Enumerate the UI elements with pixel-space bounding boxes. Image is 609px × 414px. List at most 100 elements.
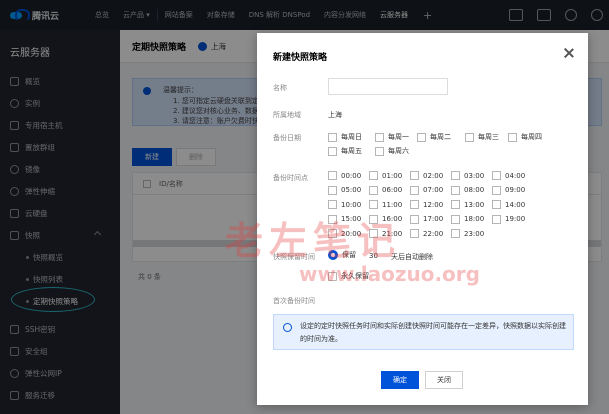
time-checkbox[interactable]: 14:00 <box>492 200 525 209</box>
time-label: 09:00 <box>505 186 526 194</box>
time-label: 20:00 <box>341 229 362 238</box>
time-checkbox[interactable]: 06:00 <box>369 185 402 195</box>
checkbox-icon <box>328 171 337 180</box>
time-checkbox[interactable]: 12:00 <box>410 200 443 209</box>
checkbox-icon <box>451 229 460 238</box>
day-checkbox[interactable]: 每周五 <box>328 146 362 156</box>
checkbox-icon <box>328 229 337 238</box>
day-checkbox[interactable]: 每周一 <box>375 132 409 142</box>
checkbox-icon <box>375 146 384 156</box>
retain-days-radio[interactable]: 保留 <box>328 250 356 260</box>
checkbox-icon <box>451 185 460 195</box>
day-label: 每周日 <box>341 133 362 141</box>
retention-label: 快照保留时间 <box>273 253 315 261</box>
checkbox-icon <box>328 271 337 281</box>
time-label: 10:00 <box>341 200 362 209</box>
day-label: 每周二 <box>430 133 451 141</box>
day-checkbox[interactable]: 每周日 <box>328 132 362 142</box>
checkbox-icon <box>492 171 501 180</box>
policy-name-input[interactable] <box>328 78 448 95</box>
time-label: 01:00 <box>382 171 403 180</box>
checkbox-icon <box>328 214 337 224</box>
time-label: 11:00 <box>382 200 403 209</box>
time-checkbox[interactable]: 10:00 <box>328 200 361 209</box>
checkbox-icon <box>328 200 337 209</box>
checkbox-icon <box>410 200 419 209</box>
time-label: 02:00 <box>423 171 444 180</box>
time-checkbox[interactable]: 03:00 <box>451 171 484 180</box>
region-value: 上海 <box>328 111 342 119</box>
checkbox-icon <box>375 132 384 142</box>
time-checkbox[interactable]: 00:00 <box>328 171 361 180</box>
close-button[interactable]: 关闭 <box>425 371 463 389</box>
retain-forever-checkbox[interactable]: 永久保留 <box>328 271 369 281</box>
retain-option-label: 保留 <box>342 251 356 259</box>
day-label: 每周五 <box>341 147 362 155</box>
retain-days-suffix: 天后自动删除 <box>391 253 433 261</box>
first-backup-label: 首次备份时间 <box>273 297 315 305</box>
checkbox-icon <box>451 200 460 209</box>
time-checkbox[interactable]: 23:00 <box>451 229 484 238</box>
time-checkbox[interactable]: 17:00 <box>410 214 443 224</box>
time-checkbox[interactable]: 22:00 <box>410 229 443 238</box>
time-checkbox[interactable]: 05:00 <box>328 185 361 195</box>
day-checkbox[interactable]: 每周三 <box>465 132 499 142</box>
checkbox-icon <box>410 185 419 195</box>
time-checkbox[interactable]: 07:00 <box>410 185 443 195</box>
checkbox-icon <box>451 214 460 224</box>
time-label: 19:00 <box>505 215 526 223</box>
forever-option-label: 永久保留 <box>341 272 369 280</box>
day-label: 每周六 <box>388 147 409 155</box>
time-checkbox[interactable]: 02:00 <box>410 171 443 180</box>
day-checkbox[interactable]: 每周二 <box>417 132 451 142</box>
time-label: 21:00 <box>382 229 403 238</box>
time-checkbox[interactable]: 19:00 <box>492 214 526 224</box>
checkbox-icon <box>508 132 517 142</box>
day-checkbox[interactable]: 每周四 <box>508 132 542 142</box>
time-checkbox[interactable]: 20:00 <box>328 229 361 238</box>
checkbox-icon <box>369 214 378 224</box>
time-checkbox[interactable]: 21:00 <box>369 229 402 238</box>
time-label: 03:00 <box>464 171 485 180</box>
confirm-button[interactable]: 确定 <box>381 371 419 389</box>
checkbox-icon <box>328 132 337 142</box>
create-snapshot-policy-dialog: 新建快照策略 名称 所属地域 上海 备份日期 每周日 每周一 每周二 每周三 每周四 每周… <box>257 33 588 405</box>
radio-selected-icon <box>328 250 338 260</box>
time-label: 08:00 <box>464 186 485 194</box>
time-label: 04:00 <box>505 171 526 180</box>
region-label: 所属地域 <box>273 111 301 119</box>
time-checkbox[interactable]: 16:00 <box>369 214 402 224</box>
time-checkbox[interactable]: 09:00 <box>492 185 526 195</box>
time-checkbox[interactable]: 18:00 <box>451 214 484 224</box>
time-label: 22:00 <box>423 229 444 238</box>
backup-time-label: 备份时间点 <box>273 174 308 182</box>
checkbox-icon <box>410 171 419 180</box>
time-checkbox[interactable]: 01:00 <box>369 171 402 180</box>
checkbox-icon <box>328 146 337 156</box>
time-checkbox[interactable]: 11:00 <box>369 200 402 209</box>
time-checkbox[interactable]: 04:00 <box>492 171 525 180</box>
time-label: 12:00 <box>423 200 444 209</box>
checkbox-icon <box>492 185 501 195</box>
day-label: 每周三 <box>478 133 499 141</box>
time-checkbox[interactable]: 08:00 <box>451 185 485 195</box>
checkbox-icon <box>465 132 474 142</box>
checkbox-icon <box>328 185 337 195</box>
checkbox-icon <box>369 185 378 195</box>
close-icon[interactable] <box>564 48 574 58</box>
time-label: 13:00 <box>464 200 485 209</box>
info-notice: 设定的定时快照任务时间和实际创建快照时间可能存在一定差异，快照数据以实际创建的时… <box>273 314 574 350</box>
day-checkbox[interactable]: 每周六 <box>375 146 409 156</box>
info-icon <box>283 323 292 332</box>
time-checkbox[interactable]: 13:00 <box>451 200 484 209</box>
checkbox-icon <box>451 171 460 180</box>
checkbox-icon <box>369 171 378 180</box>
checkbox-icon <box>410 214 419 224</box>
day-label: 每周一 <box>388 133 409 141</box>
retain-days-value[interactable]: 30 <box>369 252 378 260</box>
time-label: 23:00 <box>464 229 485 238</box>
time-checkbox[interactable]: 15:00 <box>328 214 362 224</box>
time-label: 15:00 <box>341 215 362 223</box>
dialog-title: 新建快照策略 <box>273 53 328 63</box>
info-text: 设定的定时快照任务时间和实际创建快照时间可能存在一定差异，快照数据以实际创建的时… <box>300 322 566 343</box>
